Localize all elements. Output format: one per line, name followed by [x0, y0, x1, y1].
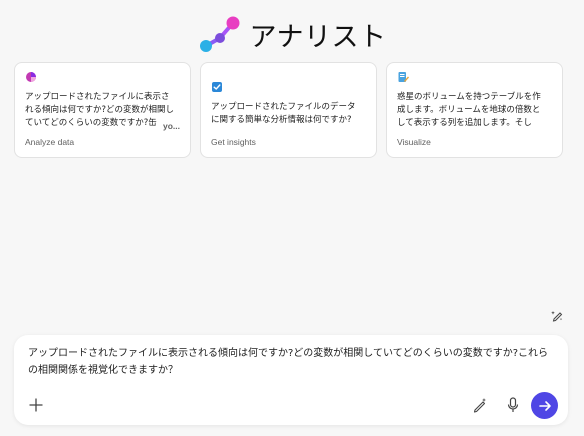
- document-edit-icon: [398, 72, 409, 82]
- add-attachment-button[interactable]: [26, 395, 46, 415]
- header: アナリスト: [0, 14, 584, 54]
- suggestion-cards: アップロードされたファイルに表示される傾向は何ですか?どの変数が相関していてどの…: [14, 62, 563, 158]
- suggestion-card-analyze-data[interactable]: アップロードされたファイルに表示される傾向は何ですか?どの変数が相関していてどの…: [14, 62, 191, 158]
- sparkle-edit-button[interactable]: [548, 307, 566, 325]
- message-input[interactable]: アップロードされたファイルに表示される傾向は何ですか?どの変数が相関していてどの…: [28, 345, 548, 379]
- card-more-text: yo...: [162, 121, 180, 131]
- card-category: Analyze data: [25, 137, 75, 147]
- magic-pen-icon: [473, 398, 486, 413]
- microphone-icon: [507, 397, 519, 412]
- sparkle-pen-icon: [551, 311, 563, 322]
- message-composer: アップロードされたファイルに表示される傾向は何ですか?どの変数が相関していてどの…: [14, 335, 568, 425]
- checkbox-icon: [212, 82, 222, 92]
- chart-pie-icon: [26, 72, 36, 82]
- suggestion-card-get-insights[interactable]: アップロードされたファイルのデータに関する簡単な分析情報は何ですか? Get i…: [200, 62, 377, 158]
- page-title: アナリスト: [249, 21, 387, 53]
- arrow-right-icon: [538, 400, 551, 411]
- analyst-page: アナリスト アップロードされたファイルに表示される傾向は何ですか?どの変数が相関…: [0, 0, 584, 436]
- microphone-button[interactable]: [503, 395, 523, 415]
- plus-icon: [29, 398, 43, 412]
- send-button[interactable]: [531, 392, 558, 419]
- suggestion-card-visualize[interactable]: 惑星のボリュームを持つテーブルを作成します。ボリュームを地球の倍数として表示する…: [386, 62, 563, 158]
- card-category: Visualize: [397, 137, 431, 147]
- card-prompt-text: アップロードされたファイルのデータに関する簡単な分析情報は何ですか?: [211, 102, 356, 125]
- card-prompt-text: 惑星のボリュームを持つテーブルを作成します。ボリュームを地球の倍数として表示する…: [397, 92, 541, 128]
- card-prompt-text: アップロードされたファイルに表示される傾向は何ですか?どの変数が相関していてどの…: [25, 92, 175, 128]
- magic-rewrite-button[interactable]: [470, 395, 490, 415]
- analyst-logo-icon: [199, 16, 240, 52]
- card-category: Get insights: [211, 137, 256, 147]
